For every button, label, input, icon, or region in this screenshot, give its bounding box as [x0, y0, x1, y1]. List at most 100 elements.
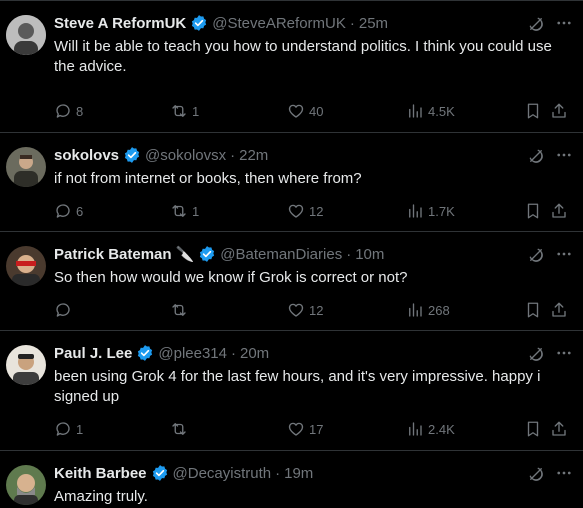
author-name[interactable]: Keith Barbee	[54, 465, 147, 482]
reply-button[interactable]: 1	[54, 419, 83, 439]
like-button[interactable]: 12	[287, 300, 323, 320]
separator-dot: ·	[349, 14, 355, 32]
author-handle[interactable]: @plee314	[158, 345, 227, 362]
view-count: 1.7K	[428, 203, 455, 219]
author-handle[interactable]: @SteveAReformUK	[212, 15, 346, 32]
reply-count: 1	[76, 421, 84, 437]
view-count: 4.5K	[428, 103, 455, 119]
heart-icon	[288, 422, 304, 436]
like-count: 40	[309, 103, 324, 119]
more-icon[interactable]	[555, 245, 573, 263]
tweet-header: Patrick Bateman 🔪 @BatemanDiaries · 10m	[54, 244, 523, 264]
views-icon	[409, 303, 422, 317]
repost-button[interactable]	[170, 300, 192, 320]
repost-icon	[172, 423, 186, 435]
like-button[interactable]: 40	[287, 101, 323, 121]
share-button[interactable]	[550, 300, 568, 320]
grok-explain-icon[interactable]	[527, 345, 545, 363]
views-icon	[409, 422, 422, 436]
heart-icon	[288, 204, 304, 218]
more-icon[interactable]	[555, 344, 573, 362]
bookmark-button[interactable]	[524, 300, 542, 320]
avatar[interactable]	[6, 15, 46, 55]
reply-button[interactable]: 6	[54, 201, 83, 221]
share-icon	[552, 203, 566, 218]
timestamp[interactable]: 10m	[355, 246, 384, 263]
author-name[interactable]: Paul J. Lee	[54, 345, 132, 362]
share-button[interactable]	[550, 101, 568, 121]
tweet-text: So then how would we know if Grok is cor…	[54, 269, 408, 286]
repost-icon	[172, 205, 186, 217]
timestamp[interactable]: 19m	[284, 465, 313, 482]
reply-icon	[56, 104, 70, 118]
tweet[interactable]: Paul J. Lee @plee314 · 20m been using Gr…	[0, 331, 583, 451]
avatar[interactable]	[6, 246, 46, 286]
author-handle[interactable]: @Decayistruth	[173, 465, 272, 482]
bookmark-button[interactable]	[524, 101, 542, 121]
tweet[interactable]: Patrick Bateman 🔪 @BatemanDiaries · 10m …	[0, 232, 583, 331]
author-handle[interactable]: @BatemanDiaries	[220, 246, 342, 263]
grok-explain-icon[interactable]	[527, 465, 545, 483]
repost-count: 1	[192, 203, 200, 219]
grok-explain-icon[interactable]	[527, 15, 545, 33]
views-icon	[409, 104, 422, 118]
repost-icon	[172, 304, 186, 316]
bookmark-icon	[527, 203, 539, 219]
tweet-text: if not from internet or books, then wher…	[54, 170, 362, 187]
grok-explain-icon[interactable]	[527, 246, 545, 264]
reply-button[interactable]: 8	[54, 101, 83, 121]
more-icon[interactable]	[555, 146, 573, 164]
timestamp[interactable]: 22m	[239, 147, 268, 164]
author-handle[interactable]: @sokolovsx	[145, 147, 226, 164]
reply-count: 6	[76, 203, 84, 219]
views-button[interactable]: 2.4K	[406, 419, 455, 439]
verified-badge-icon	[138, 345, 153, 361]
reply-button[interactable]	[54, 300, 76, 320]
author-name[interactable]: sokolovs	[54, 147, 119, 164]
repost-button[interactable]: 1	[170, 101, 199, 121]
timestamp[interactable]: 20m	[240, 345, 269, 362]
views-button[interactable]: 1.7K	[406, 201, 455, 221]
share-button[interactable]	[550, 201, 568, 221]
separator-dot: ·	[275, 464, 281, 482]
author-name[interactable]: Patrick Bateman	[54, 246, 172, 263]
share-button[interactable]	[550, 419, 568, 439]
bookmark-icon	[527, 421, 539, 437]
share-icon	[552, 302, 566, 317]
tweet[interactable]: sokolovs @sokolovsx · 22m if not from in…	[0, 133, 583, 232]
more-icon[interactable]	[555, 14, 573, 32]
repost-button[interactable]	[170, 419, 192, 439]
like-button[interactable]: 17	[287, 419, 323, 439]
reply-feed: Steve A ReformUK @SteveAReformUK · 25m W…	[0, 0, 583, 508]
bookmark-button[interactable]	[524, 419, 542, 439]
grok-explain-icon[interactable]	[527, 147, 545, 165]
bookmark-button[interactable]	[524, 201, 542, 221]
repost-button[interactable]: 1	[170, 201, 199, 221]
author-name[interactable]: Steve A ReformUK	[54, 15, 186, 32]
views-button[interactable]: 4.5K	[406, 101, 455, 121]
reply-icon	[56, 303, 70, 317]
verified-badge-icon	[200, 246, 215, 262]
avatar[interactable]	[6, 345, 46, 385]
views-button[interactable]: 268	[406, 300, 450, 320]
view-count: 268	[428, 302, 450, 318]
tweet-header: Paul J. Lee @plee314 · 20m	[54, 343, 523, 363]
avatar[interactable]	[6, 147, 46, 187]
separator-dot: ·	[231, 344, 236, 362]
verified-badge-icon	[192, 15, 207, 31]
view-count: 2.4K	[428, 421, 455, 437]
share-icon	[552, 103, 566, 118]
tweet-actions: 12 268	[54, 300, 573, 320]
timestamp[interactable]: 25m	[359, 15, 388, 32]
heart-icon	[288, 303, 304, 317]
tweet-header: sokolovs @sokolovsx · 22m	[54, 145, 523, 165]
tweet-header: Keith Barbee @Decayistruth · 19m	[54, 463, 523, 483]
tweet-actions: 1 17 2.4K	[54, 419, 573, 439]
tweet[interactable]: Steve A ReformUK @SteveAReformUK · 25m W…	[0, 1, 583, 133]
heart-icon	[288, 104, 304, 118]
avatar[interactable]	[6, 465, 46, 505]
like-button[interactable]: 12	[287, 201, 323, 221]
more-icon[interactable]	[555, 464, 573, 482]
separator-dot: ·	[346, 245, 352, 263]
tweet[interactable]: Keith Barbee @Decayistruth · 19m Amazing…	[0, 451, 583, 508]
